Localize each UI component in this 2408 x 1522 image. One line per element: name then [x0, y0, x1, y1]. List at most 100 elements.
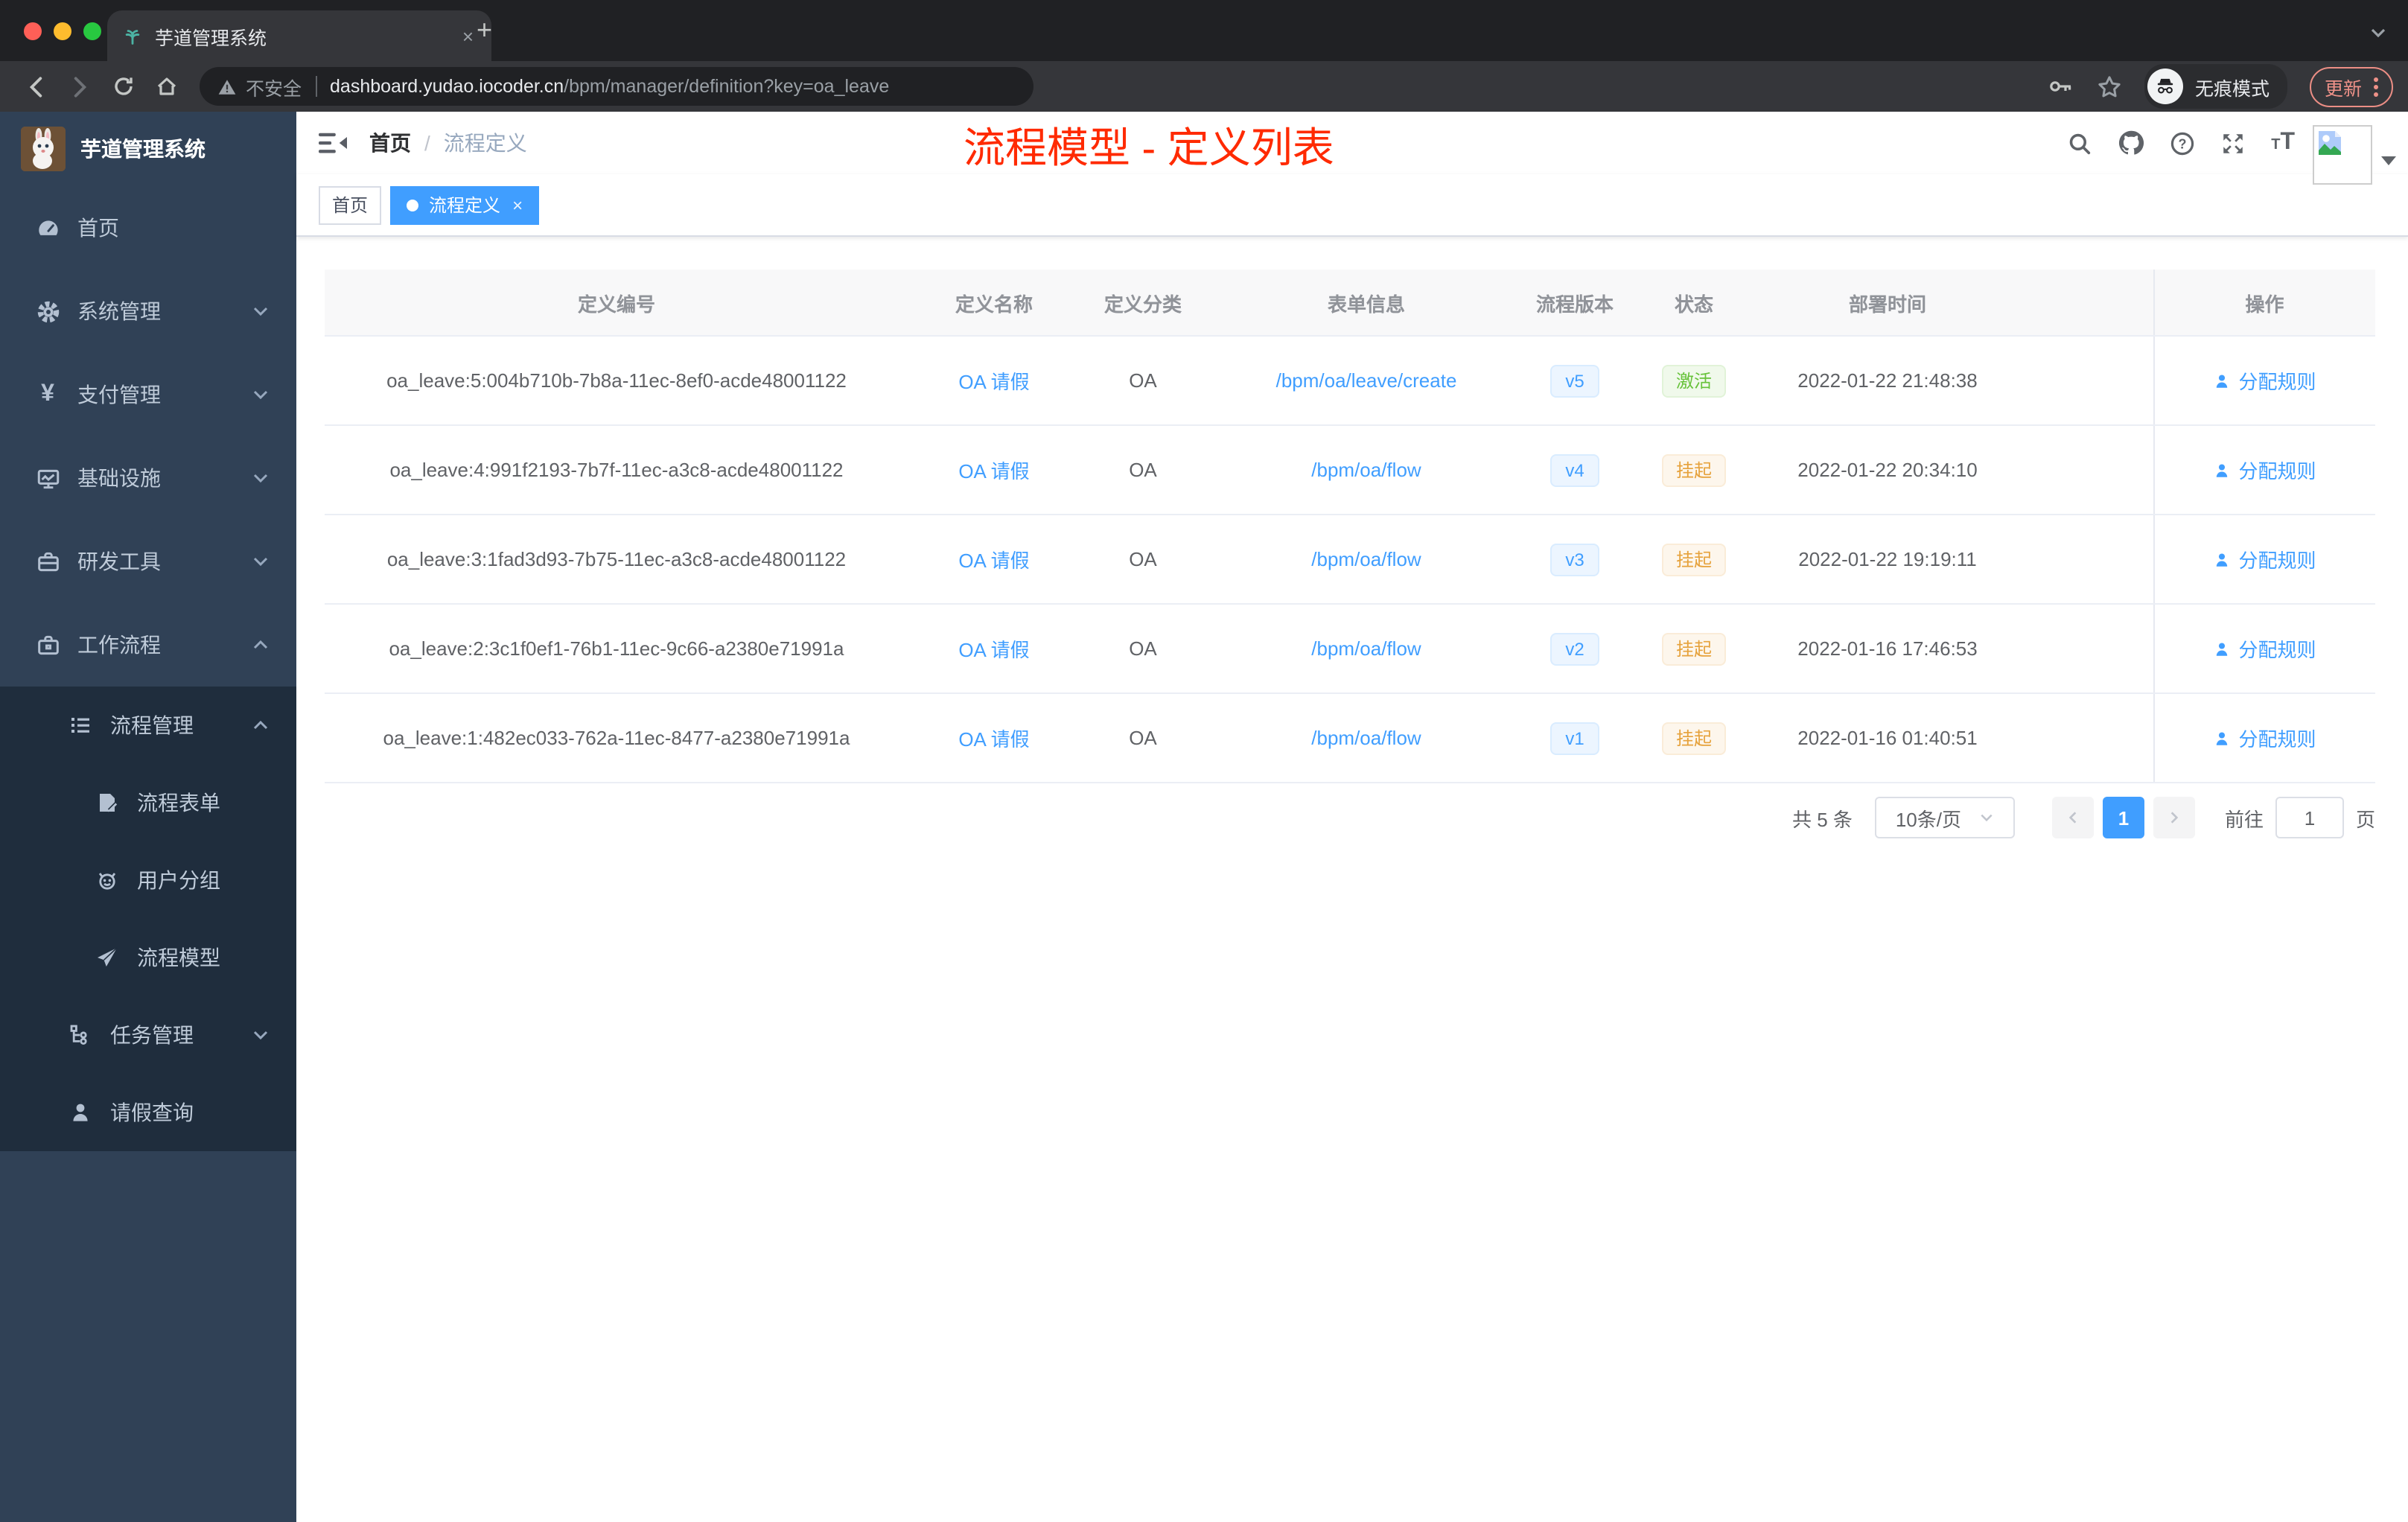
page-size-value: 10条/页 [1895, 808, 1961, 830]
form-link[interactable]: /bpm/oa/flow [1311, 727, 1421, 749]
security-warning-icon[interactable] [217, 77, 237, 96]
sidebar-item-system[interactable]: 系统管理 [0, 270, 296, 353]
back-icon[interactable] [15, 74, 58, 99]
browser-window: 芋道管理系统 × + 不安全 dashboard.yudao.iocoder.c… [0, 0, 2408, 1522]
definition-name-link[interactable]: OA 请假 [958, 460, 1029, 483]
goto-page-input[interactable] [2275, 797, 2344, 838]
monitor-icon [30, 465, 66, 491]
forward-icon[interactable] [58, 74, 101, 99]
avatar-caret-icon[interactable] [2381, 156, 2396, 165]
sidebar-item-task-management[interactable]: 任务管理 [0, 996, 296, 1074]
form-link[interactable]: /bpm/oa/flow [1311, 637, 1421, 660]
browser-tab[interactable]: 芋道管理系统 × [107, 10, 491, 61]
assign-rule-label: 分配规则 [2238, 728, 2316, 751]
close-window-button[interactable] [24, 22, 42, 40]
tree-icon [63, 1023, 98, 1047]
status-badge[interactable]: 挂起 [1662, 453, 1725, 486]
definition-name-link[interactable]: OA 请假 [958, 728, 1029, 751]
url-domain: dashboard.yudao.iocoder.cn [330, 76, 564, 97]
tag-process-definition[interactable]: 流程定义 × [390, 185, 540, 224]
sidebar-logo-row[interactable]: 芋道管理系统 [0, 112, 296, 186]
sidebar-item-payment[interactable]: ¥ 支付管理 [0, 353, 296, 436]
sidebar-item-process-management[interactable]: 流程管理 [0, 687, 296, 764]
breadcrumb-home-link[interactable]: 首页 [369, 128, 411, 158]
assign-rule-label: 分配规则 [2238, 550, 2316, 572]
sidebar-item-dev-tools[interactable]: 研发工具 [0, 520, 296, 603]
tab-search-chevron-icon[interactable] [2369, 24, 2387, 42]
pagination-total: 共 5 条 [1792, 808, 1853, 830]
active-dot [407, 199, 419, 211]
sidebar-item-label: 支付管理 [77, 383, 161, 407]
sidebar-item-leave-query[interactable]: 请假查询 [0, 1074, 296, 1151]
form-link[interactable]: /bpm/oa/leave/create [1276, 369, 1457, 392]
font-size-icon[interactable]: TT [2271, 130, 2295, 156]
assign-rule-button[interactable]: 分配规则 [2213, 366, 2316, 395]
cell-definition-id: oa_leave:5:004b710b-7b8a-11ec-8ef0-acde4… [325, 336, 908, 426]
logo-rabbit-avatar [21, 127, 66, 171]
assign-rule-label: 分配规则 [2238, 639, 2316, 661]
status-badge[interactable]: 激活 [1662, 364, 1725, 397]
next-page-button[interactable] [2153, 797, 2195, 838]
version-badge[interactable]: v4 [1550, 453, 1599, 486]
breadcrumb-separator: / [424, 131, 430, 155]
sidebar-toggle-icon[interactable] [319, 131, 347, 155]
password-key-icon[interactable] [2048, 73, 2074, 100]
version-badge[interactable]: v3 [1550, 543, 1599, 576]
prev-page-button[interactable] [2051, 797, 2094, 838]
browser-update-button[interactable]: 更新 [2309, 66, 2393, 106]
security-label[interactable]: 不安全 [246, 72, 302, 101]
sidebar-item-process-form[interactable]: 流程表单 [0, 764, 296, 841]
fullscreen-icon[interactable] [2220, 130, 2246, 156]
version-badge[interactable]: v1 [1550, 722, 1599, 754]
version-badge[interactable]: v5 [1550, 364, 1599, 397]
new-tab-button[interactable]: + [477, 13, 492, 46]
tag-home[interactable]: 首页 [319, 185, 382, 224]
sidebar-item-user-group[interactable]: 用户分组 [0, 841, 296, 919]
user-icon [63, 1101, 98, 1124]
definition-name-link[interactable]: OA 请假 [958, 371, 1029, 393]
col-form-info: 表单信息 [1206, 270, 1526, 337]
search-icon[interactable] [2067, 130, 2092, 156]
status-badge[interactable]: 挂起 [1662, 543, 1725, 576]
assign-rule-button[interactable]: 分配规则 [2213, 456, 2316, 484]
sidebar-item-label: 工作流程 [77, 633, 161, 657]
tag-close-icon[interactable]: × [512, 194, 523, 215]
breadcrumb: 首页 / 流程定义 [369, 128, 527, 158]
sidebar-item-workflow[interactable]: 工作流程 [0, 603, 296, 687]
sidebar-item-infrastructure[interactable]: 基础设施 [0, 436, 296, 520]
assign-rule-button[interactable]: 分配规则 [2213, 545, 2316, 573]
url-omnibox[interactable]: 不安全 dashboard.yudao.iocoder.cn/bpm/manag… [200, 67, 1033, 106]
tab-close-icon[interactable]: × [459, 25, 477, 47]
avatar[interactable] [2313, 125, 2372, 185]
col-definition-name: 定义名称 [908, 270, 1080, 337]
form-link[interactable]: /bpm/oa/flow [1311, 459, 1421, 481]
sidebar-item-label: 流程表单 [137, 791, 220, 815]
sidebar-item-label: 流程管理 [110, 713, 194, 737]
page-size-select[interactable]: 10条/页 [1874, 797, 2015, 838]
status-badge[interactable]: 挂起 [1662, 632, 1725, 665]
version-badge[interactable]: v2 [1550, 632, 1599, 665]
sidebar-item-home[interactable]: 首页 [0, 186, 296, 270]
github-icon[interactable] [2118, 130, 2144, 156]
assign-rule-button[interactable]: 分配规则 [2213, 724, 2316, 752]
reload-icon[interactable] [101, 74, 144, 98]
browser-addressbar: 不安全 dashboard.yudao.iocoder.cn/bpm/manag… [0, 61, 2408, 112]
sidebar-item-process-model[interactable]: 流程模型 [0, 919, 296, 996]
browser-menu-icon[interactable] [2374, 77, 2378, 96]
status-badge[interactable]: 挂起 [1662, 722, 1725, 754]
zoom-window-button[interactable] [83, 22, 101, 40]
url-divider [315, 76, 317, 97]
bookmark-star-icon[interactable] [2097, 74, 2122, 99]
help-icon[interactable]: ? [2170, 130, 2195, 156]
sidebar-item-label: 首页 [77, 216, 119, 240]
form-link[interactable]: /bpm/oa/flow [1311, 548, 1421, 570]
definition-name-link[interactable]: OA 请假 [958, 550, 1029, 572]
minimize-window-button[interactable] [54, 22, 71, 40]
page-content: 定义编号 定义名称 定义分类 表单信息 流程版本 状态 部署时间 操作 oa_l… [296, 237, 2408, 1522]
assign-rule-button[interactable]: 分配规则 [2213, 634, 2316, 663]
page-number-button[interactable]: 1 [2102, 797, 2144, 838]
dashboard-icon [30, 215, 66, 241]
definition-name-link[interactable]: OA 请假 [958, 639, 1029, 661]
home-icon[interactable] [144, 74, 188, 98]
update-label: 更新 [2324, 78, 2362, 99]
